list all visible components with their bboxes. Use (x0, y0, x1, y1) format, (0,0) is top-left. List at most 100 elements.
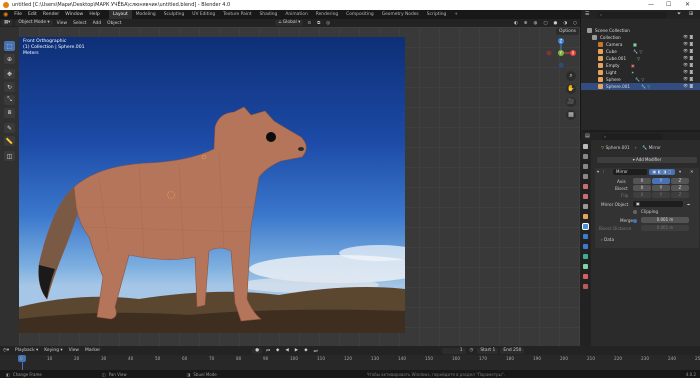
data-subpanel[interactable]: › Data (601, 237, 614, 242)
move-icon[interactable]: ✥ (4, 69, 15, 79)
snap-icon[interactable]: ⧉ (314, 20, 323, 26)
collection-tab-icon[interactable] (583, 204, 588, 209)
mirror-object-field[interactable]: ▣ (633, 201, 683, 207)
visibility-eye-icon[interactable]: 👁 ◙ (683, 76, 693, 81)
record-icon[interactable]: ● (252, 347, 263, 354)
jump-end-icon[interactable]: ⏭ (311, 348, 321, 354)
tab-geometry-nodes[interactable]: Geometry Nodes (378, 10, 423, 19)
shading-rendered-icon[interactable]: ○ (570, 21, 580, 26)
add-modifier-button[interactable]: ▾ Add Modifier (597, 157, 697, 163)
physics-tab-icon[interactable] (583, 244, 588, 249)
tab-layout[interactable]: Layout (108, 10, 132, 19)
visibility-eye-icon[interactable]: 👁 ◙ (683, 55, 693, 60)
pan-hand-icon[interactable]: ✋ (566, 84, 576, 94)
viewport-menu-object[interactable]: Object (104, 21, 124, 26)
visibility-eye-icon[interactable]: 👁 ◙ (683, 41, 693, 46)
menu-help[interactable]: Help (86, 12, 102, 17)
menu-render[interactable]: Render (40, 12, 62, 17)
modifier-tab-icon[interactable] (582, 223, 589, 230)
visibility-eye-icon[interactable]: 👁 ◙ (683, 69, 693, 74)
tab-rendering[interactable]: Rendering (312, 10, 342, 19)
bisect-x-button[interactable]: X (633, 185, 651, 191)
editor-type-button[interactable]: ▦▾ (1, 20, 14, 26)
flip-y-button[interactable]: Y (652, 192, 670, 198)
blender-menu-icon[interactable]: ◉ (0, 11, 11, 18)
tab-shading[interactable]: Shading (256, 10, 282, 19)
annotate-icon[interactable]: ✎ (4, 123, 15, 133)
tab-scripting[interactable]: Scripting (423, 10, 451, 19)
axis-x-button[interactable]: X (633, 178, 651, 184)
preview-range-icon[interactable]: ◷ (467, 348, 477, 353)
merge-checkbox[interactable] (633, 219, 637, 223)
data-tab-icon[interactable] (583, 264, 588, 269)
view-layer-tab-icon[interactable] (583, 174, 588, 179)
add-cube-icon[interactable]: ◫ (4, 151, 15, 161)
shading-solid-icon[interactable]: ● (550, 21, 560, 26)
scale-icon[interactable]: ⤡ (4, 95, 15, 105)
jump-start-icon[interactable]: ⏮ (263, 348, 273, 354)
timeline-menu-keying[interactable]: Keying ▾ (41, 348, 65, 353)
select-box-icon[interactable]: ⬚ (4, 41, 15, 51)
tab-texture-paint[interactable]: Texture Paint (219, 10, 255, 19)
flip-x-button[interactable]: X (633, 192, 651, 198)
end-frame-field[interactable]: End 250 (500, 347, 525, 354)
tab-compositing[interactable]: Compositing (342, 10, 378, 19)
modifier-toggles[interactable]: ▣ ◧ ◨ ▢ (649, 169, 675, 175)
object-tab-icon[interactable] (583, 214, 588, 219)
timeline-menu-marker[interactable]: Marker (82, 348, 103, 353)
gizmo-toggle-icon[interactable]: ⊕ (521, 21, 531, 26)
viewport-menu-add[interactable]: Add (90, 21, 105, 26)
shading-material-icon[interactable]: ◑ (560, 21, 570, 26)
prev-keyframe-icon[interactable]: ◆ (273, 348, 282, 353)
properties-editor-icon[interactable]: ▤ (585, 133, 590, 139)
bisect-z-button[interactable]: Z (671, 185, 689, 191)
camera-view-icon[interactable]: 🎥 (566, 97, 576, 107)
tab-modeling[interactable]: Modeling (132, 10, 160, 19)
play-reverse-icon[interactable]: ◀ (282, 348, 291, 353)
eyedropper-icon[interactable]: ✒ (687, 202, 691, 207)
close-button[interactable]: ✕ (685, 1, 690, 8)
pivot-icon[interactable]: ⊙ (304, 21, 314, 26)
remove-modifier-icon[interactable]: ✕ (690, 169, 694, 174)
modifier-menu-icon[interactable]: ▾ (679, 169, 681, 174)
start-frame-field[interactable]: Start 1 (477, 347, 499, 354)
current-frame-field[interactable]: 1 (441, 347, 466, 354)
filter-icon[interactable]: ⏷ (677, 11, 681, 17)
timeline-area[interactable]: 0 10 20 30 40 50 60 70 80 90 100 110 120 130 140 150 160… (0, 355, 700, 370)
overlay-icon[interactable]: ◍ (530, 21, 540, 26)
next-keyframe-icon[interactable]: ◆ (301, 348, 310, 353)
axis-y-button[interactable]: Y (652, 178, 670, 184)
cursor-icon[interactable]: ⊕ (4, 54, 15, 64)
merge-value-field[interactable]: 0.001 m (641, 217, 689, 223)
scene-tab-icon[interactable] (583, 184, 588, 189)
rotate-icon[interactable]: ↻ (4, 82, 15, 92)
timeline-menu-playback[interactable]: Playback ▾ (12, 348, 41, 353)
clipping-checkbox[interactable] (633, 210, 637, 214)
timeline-editor-icon[interactable]: ◷▾ (0, 348, 12, 353)
minimize-button[interactable]: — (648, 1, 654, 8)
ortho-grid-icon[interactable]: ▦ (566, 110, 576, 120)
menu-edit[interactable]: Edit (25, 12, 40, 17)
viewport-menu-select[interactable]: Select (70, 21, 90, 26)
constraints-tab-icon[interactable] (583, 254, 588, 259)
navigation-gizmo[interactable]: Z Y X (543, 35, 579, 69)
material-tab-icon[interactable] (583, 274, 588, 279)
texture-tab-icon[interactable] (583, 284, 588, 289)
properties-search-input[interactable]: ⌕ (601, 133, 663, 140)
orientation-selector[interactable]: ⟂ Global ▾ (275, 20, 304, 26)
timeline-menu-view[interactable]: View (66, 348, 82, 353)
tool-tab-icon[interactable] (583, 144, 588, 149)
visibility-eye-icon[interactable]: 👁 ◙ (683, 62, 693, 67)
3d-viewport[interactable]: Front Orthographic (1) Collection | Sphe… (19, 27, 580, 346)
xray-icon[interactable]: ▢ (540, 21, 550, 26)
axis-z-button[interactable]: Z (671, 178, 689, 184)
visibility-eye-icon[interactable]: 👁 ◙ (683, 83, 693, 88)
world-tab-icon[interactable] (583, 194, 588, 199)
outliner-search-input[interactable]: ⌕ (597, 11, 667, 18)
proportional-icon[interactable]: ◎ (323, 21, 333, 26)
outliner-editor-icon[interactable]: ☰ (585, 11, 589, 17)
transform-icon[interactable]: ⧈ (4, 108, 15, 118)
visibility-eye-icon[interactable]: 👁 ◙ (683, 34, 693, 39)
new-collection-icon[interactable]: ⊞ (689, 11, 693, 17)
visibility-icon[interactable]: ◐ (511, 21, 521, 26)
